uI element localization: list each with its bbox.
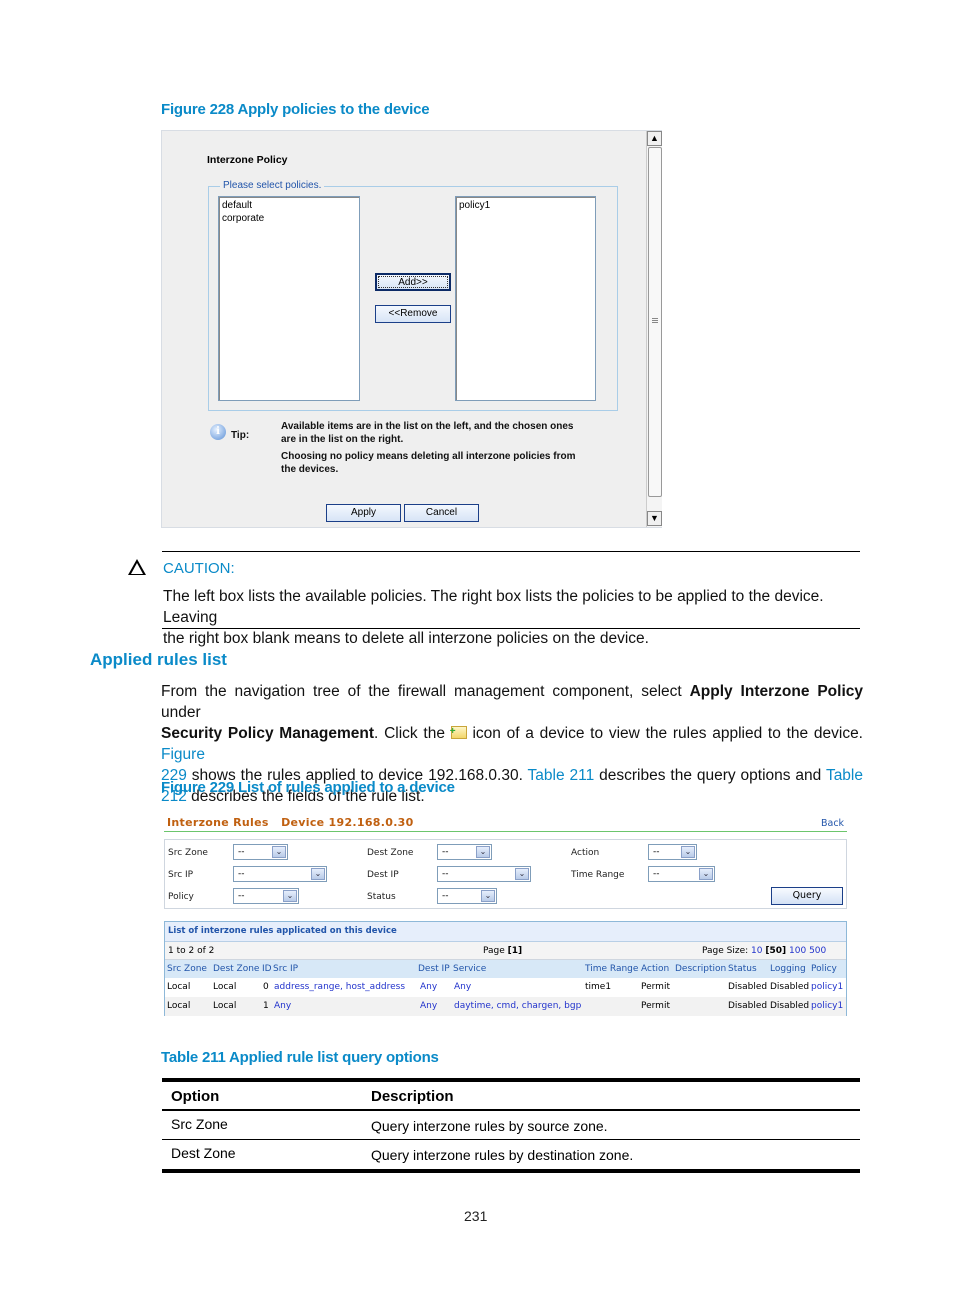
dest-ip-select[interactable]: -- ⌄ — [437, 866, 531, 882]
action-label: Action — [571, 848, 600, 858]
page-indicator: Page [1] — [483, 946, 523, 956]
table-211-link[interactable]: Table 211 — [528, 767, 595, 784]
page-number: 231 — [464, 1208, 488, 1224]
policy-label: Policy — [168, 892, 194, 902]
column-header-row: Src Zone Dest Zone ID Src IP Dest IP Ser… — [165, 960, 846, 978]
col-dest-zone[interactable]: Dest Zone — [213, 964, 259, 974]
dest-zone-label: Dest Zone — [367, 848, 414, 858]
list-item[interactable]: default — [222, 199, 356, 212]
scrollbar-thumb[interactable] — [648, 147, 662, 497]
page-size: Page Size: 10 [50] 100 500 — [702, 946, 827, 956]
selected-policies-list[interactable]: policy1 — [455, 196, 596, 401]
vertical-scrollbar[interactable]: ▲ ▼ — [646, 131, 662, 527]
dest-ip-label: Dest IP — [367, 870, 399, 880]
table-row: Src Zone Query interzone rules by source… — [162, 1111, 860, 1140]
list-item[interactable]: corporate — [222, 212, 356, 225]
policy-link[interactable]: policy1 — [811, 982, 843, 992]
scroll-down-icon[interactable]: ▼ — [647, 511, 662, 526]
page-size-10[interactable]: 10 — [751, 946, 762, 956]
page-size-500[interactable]: 500 — [809, 946, 826, 956]
col-time-range[interactable]: Time Range — [585, 964, 638, 974]
time-range-select[interactable]: -- ⌄ — [648, 866, 715, 882]
chevron-down-icon: ⌄ — [681, 846, 695, 858]
status-label: Status — [367, 892, 396, 902]
col-id[interactable]: ID — [262, 964, 272, 974]
page-size-100[interactable]: 100 — [789, 946, 806, 956]
col-dest-ip[interactable]: Dest IP — [418, 964, 450, 974]
info-icon: i — [210, 424, 226, 440]
back-link[interactable]: Back — [821, 818, 844, 829]
status-select[interactable]: -- ⌄ — [437, 888, 497, 904]
service-link[interactable]: Any — [454, 982, 471, 992]
col-policy[interactable]: Policy — [811, 964, 837, 974]
src-ip-link[interactable]: Any — [274, 1001, 291, 1011]
table-row: Local Local 0 address_range, host_addres… — [167, 982, 844, 992]
caution-label: CAUTION: — [163, 560, 235, 577]
col-status[interactable]: Status — [728, 964, 757, 974]
chevron-down-icon: ⌄ — [515, 868, 529, 880]
src-ip-label: Src IP — [168, 870, 194, 880]
service-link[interactable]: daytime, cmd, chargen, bgp — [454, 1001, 581, 1011]
action-select[interactable]: -- ⌄ — [648, 844, 697, 860]
col-logging[interactable]: Logging — [770, 964, 806, 974]
figure-228-caption: Figure 228 Apply policies to the device — [161, 101, 430, 118]
col-service[interactable]: Service — [453, 964, 486, 974]
list-item[interactable]: policy1 — [459, 199, 592, 212]
table-211-caption: Table 211 Applied rule list query option… — [161, 1049, 439, 1066]
query-button[interactable]: Query — [771, 887, 843, 905]
tip-text: Available items are in the list on the l… — [281, 421, 576, 475]
remove-button[interactable]: <<Remove — [375, 305, 451, 323]
figure-229-link[interactable]: Figure — [161, 746, 205, 763]
src-ip-select[interactable]: -- ⌄ — [233, 866, 327, 882]
col-src-zone[interactable]: Src Zone — [167, 964, 207, 974]
policy-link[interactable]: policy1 — [811, 1001, 843, 1011]
rules-table-title: List of interzone rules applicated on th… — [165, 922, 846, 942]
range-text: 1 to 2 of 2 — [168, 946, 215, 956]
add-folder-icon: + — [450, 726, 467, 739]
policy-select[interactable]: -- ⌄ — [233, 888, 299, 904]
table-row: Dest Zone Query interzone rules by desti… — [171, 1145, 634, 1163]
add-button[interactable]: Add>> — [375, 273, 451, 291]
chevron-down-icon: ⌄ — [272, 846, 286, 858]
chevron-down-icon: ⌄ — [476, 846, 490, 858]
caution-icon — [128, 559, 146, 575]
table-212-link[interactable]: Table — [826, 767, 863, 784]
chevron-down-icon: ⌄ — [311, 868, 325, 880]
dest-zone-select[interactable]: -- ⌄ — [437, 844, 492, 860]
tip-label: Tip: — [231, 430, 250, 441]
scroll-up-icon[interactable]: ▲ — [647, 131, 662, 146]
apply-policies-dialog: Interzone Policy Please select policies.… — [161, 130, 662, 528]
apply-button[interactable]: Apply — [326, 504, 401, 522]
table-header-row: Option Description — [171, 1088, 454, 1105]
rules-table: List of interzone rules applicated on th… — [164, 921, 847, 1016]
caution-bottom-rule — [162, 628, 860, 629]
section-heading: Applied rules list — [90, 650, 227, 669]
col-src-ip[interactable]: Src IP — [273, 964, 298, 974]
col-action[interactable]: Action — [641, 964, 669, 974]
available-policies-list[interactable]: default corporate — [218, 196, 360, 401]
table-row: Local Local 1 Any Any daytime, cmd, char… — [165, 997, 846, 1016]
src-zone-select[interactable]: -- ⌄ — [233, 844, 288, 860]
caution-text: The left box lists the available policie… — [163, 588, 824, 647]
dialog-title: Interzone Policy — [207, 154, 288, 166]
chevron-down-icon: ⌄ — [283, 890, 297, 902]
chevron-down-icon: ⌄ — [481, 890, 495, 902]
src-ip-link[interactable]: address_range, host_address — [274, 982, 405, 992]
dest-ip-link[interactable]: Any — [420, 982, 437, 992]
time-range-label: Time Range — [571, 870, 625, 880]
src-zone-label: Src Zone — [168, 848, 208, 858]
title-divider — [164, 831, 847, 832]
page-size-50: [50] — [765, 946, 787, 956]
dest-ip-link[interactable]: Any — [420, 1001, 437, 1011]
figure-229-caption: Figure 229 List of rules applied to a de… — [161, 779, 455, 796]
fieldset-legend: Please select policies. — [220, 180, 325, 191]
col-description[interactable]: Description — [675, 964, 726, 974]
pager-row: 1 to 2 of 2 Page [1] Page Size: 10 [50] … — [165, 942, 846, 960]
interzone-rules-title: Interzone Rules Device 192.168.0.30 — [167, 816, 414, 829]
chevron-down-icon: ⌄ — [699, 868, 713, 880]
query-options-table: Option Description Src Zone Query interz… — [162, 1078, 860, 1173]
caution-top-rule — [162, 551, 860, 552]
cancel-button[interactable]: Cancel — [404, 504, 479, 522]
